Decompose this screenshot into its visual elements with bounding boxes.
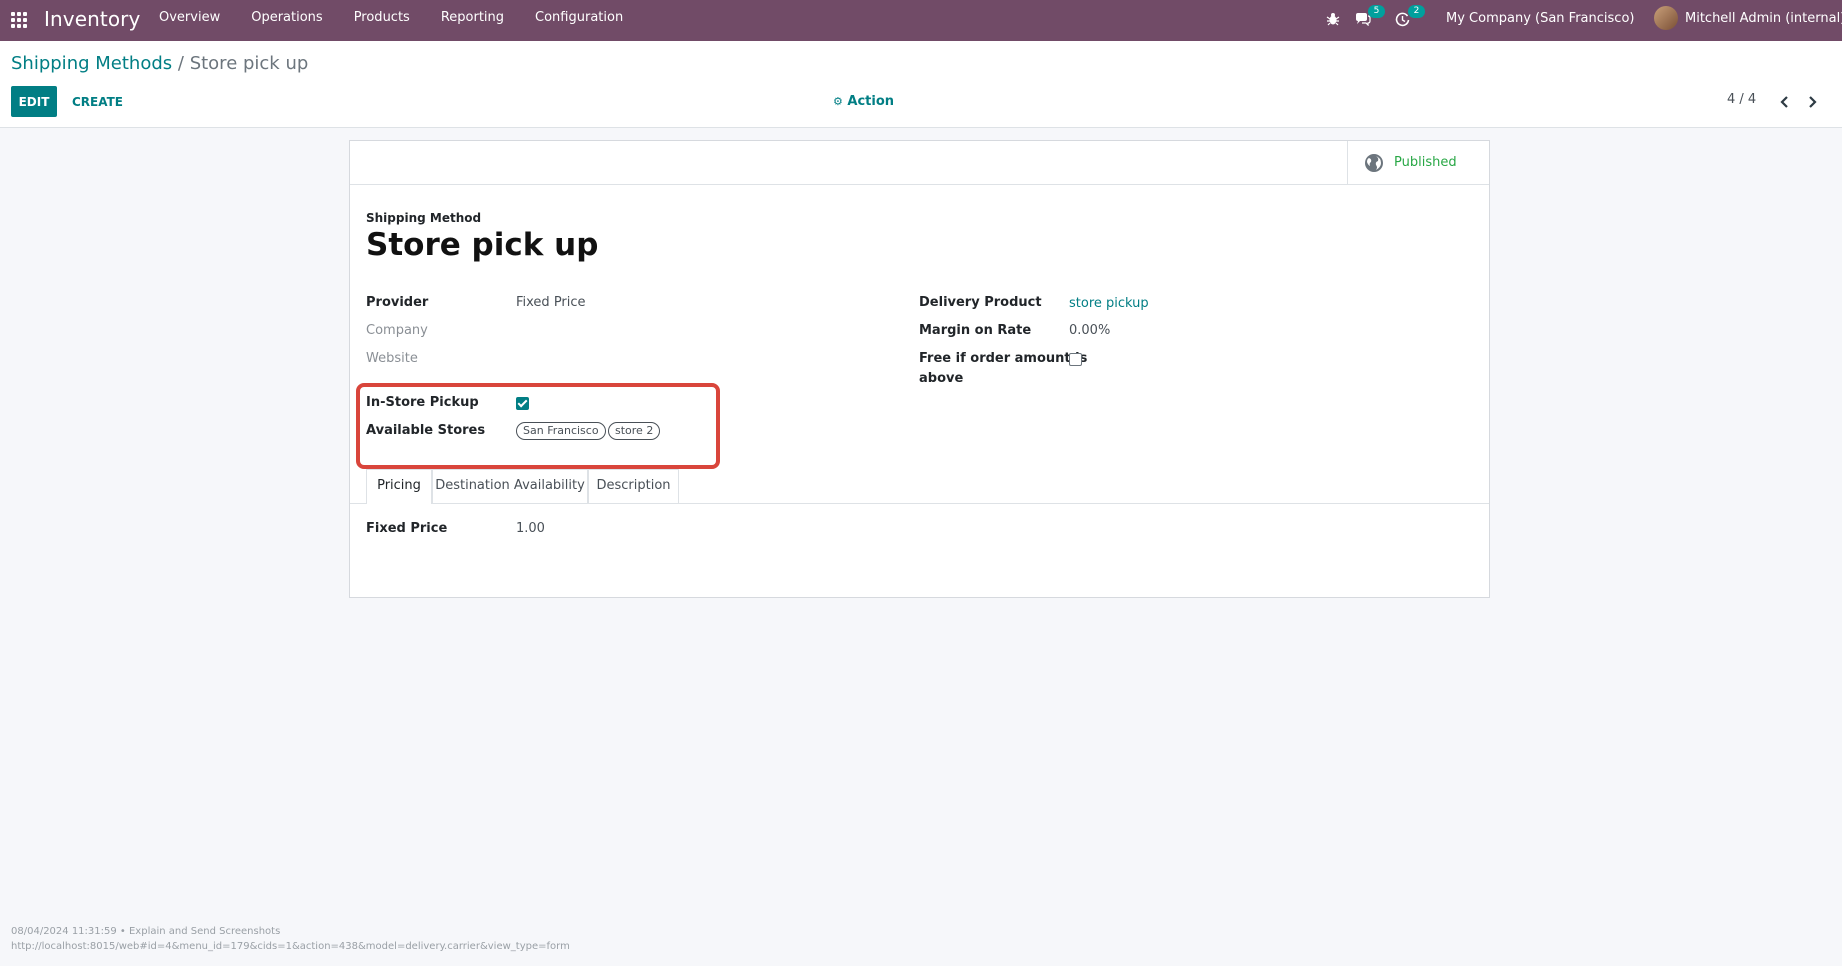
app-brand[interactable]: Inventory: [44, 7, 140, 31]
breadcrumb-separator: /: [177, 53, 184, 74]
globe-icon: [1365, 154, 1383, 172]
fixed-price-label: Fixed Price: [366, 521, 448, 536]
notebook-tabs: Pricing Destination Availability Descrip…: [350, 469, 1489, 504]
fixed-price-value: 1.00: [516, 521, 545, 536]
free-if-above-checkbox[interactable]: [1069, 353, 1082, 366]
company-label: Company: [366, 323, 428, 338]
breadcrumb-current: Store pick up: [189, 53, 309, 74]
margin-on-rate-value: 0.00%: [1069, 323, 1111, 338]
delivery-product-label: Delivery Product: [919, 295, 1042, 310]
menu-item-products[interactable]: Products: [342, 0, 422, 41]
menu-item-configuration[interactable]: Configuration: [523, 0, 635, 41]
highlight-box: [356, 383, 720, 469]
provider-value: Fixed Price: [516, 295, 586, 310]
published-button[interactable]: Published: [1347, 141, 1489, 184]
smart-button-box: Published: [350, 141, 1489, 185]
menu-item-operations[interactable]: Operations: [239, 0, 334, 41]
activity-menu[interactable]: 2: [1392, 0, 1426, 41]
user-menu[interactable]: Mitchell Admin (internal): [1685, 11, 1842, 26]
company-switcher[interactable]: My Company (San Francisco): [1446, 11, 1634, 26]
apps-menu-icon[interactable]: [11, 12, 28, 29]
footer-timestamp: 08/04/2024 11:31:59 • Explain and Send S…: [11, 926, 281, 937]
action-dropdown[interactable]: ⚙ Action: [833, 94, 894, 109]
user-avatar[interactable]: [1654, 6, 1678, 30]
form-sheet: Published Shipping Method Store pick up …: [349, 140, 1490, 598]
edit-button[interactable]: EDIT: [11, 86, 57, 117]
delivery-product-link[interactable]: store pickup: [1069, 296, 1149, 311]
gear-icon: ⚙: [833, 95, 843, 108]
control-panel: Shipping Methods / Store pick up EDIT CR…: [0, 41, 1842, 128]
debug-menu[interactable]: [1322, 0, 1346, 41]
margin-on-rate-label: Margin on Rate: [919, 323, 1032, 338]
action-label: Action: [847, 94, 895, 109]
shipping-method-label: Shipping Method: [366, 211, 482, 225]
pager-value[interactable]: 4 / 4: [1727, 92, 1756, 107]
free-if-above-label-line2: above: [919, 371, 964, 386]
footer-url: http://localhost:8015/web#id=4&menu_id=1…: [11, 941, 570, 952]
breadcrumb: Shipping Methods / Store pick up: [11, 53, 308, 74]
top-navbar: Inventory Overview Operations Products R…: [0, 0, 1842, 41]
published-label: Published: [1394, 155, 1457, 170]
activities-badge: 2: [1408, 5, 1425, 18]
tab-description[interactable]: Description: [588, 469, 679, 503]
tab-destination-availability[interactable]: Destination Availability: [432, 469, 588, 503]
bug-icon: [1326, 13, 1340, 26]
record-title: Store pick up: [366, 227, 599, 263]
website-label: Website: [366, 351, 418, 366]
menu-item-reporting[interactable]: Reporting: [429, 0, 516, 41]
messages-badge: 5: [1368, 5, 1385, 18]
free-if-above-label-line1: Free if order amount is: [919, 351, 1088, 366]
messaging-menu[interactable]: 5: [1352, 0, 1386, 41]
tab-pricing[interactable]: Pricing: [366, 469, 432, 504]
chevron-right-icon[interactable]: [1803, 93, 1821, 111]
chevron-left-icon[interactable]: [1776, 93, 1794, 111]
provider-label: Provider: [366, 295, 429, 310]
menu-item-overview[interactable]: Overview: [147, 0, 232, 41]
create-button[interactable]: CREATE: [63, 86, 132, 117]
breadcrumb-shipping-methods[interactable]: Shipping Methods: [11, 53, 172, 74]
main-menu: Overview Operations Products Reporting C…: [147, 0, 642, 41]
